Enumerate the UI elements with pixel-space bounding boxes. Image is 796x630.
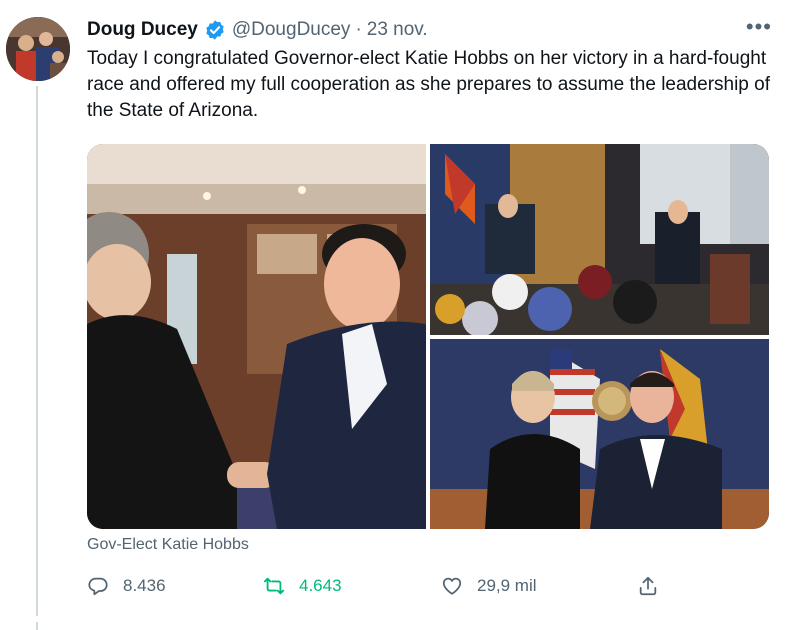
share-icon [639,576,657,596]
tweet-timestamp[interactable]: 23 nov. [367,19,428,41]
photo-meeting-room[interactable] [430,144,769,335]
photo-portrait-flags[interactable] [430,339,769,529]
thread-line-end [36,622,38,630]
author-handle[interactable]: @DougDucey [232,19,351,41]
author-name[interactable]: Doug Ducey [87,19,198,41]
header-separator: · [355,19,362,40]
tweet-actions: 8.436 4.643 29,9 mil [87,570,687,602]
reply-icon [88,577,108,596]
reply-button[interactable]: 8.436 [87,570,166,602]
retweet-count: 4.643 [299,576,342,595]
tweet-header: Doug Ducey @DougDucey · 23 nov. [87,16,428,44]
like-button[interactable]: 29,9 mil [441,570,537,602]
media-grid [87,144,769,529]
like-count: 29,9 mil [477,576,537,595]
author-avatar[interactable] [6,17,70,81]
photo-handshake[interactable] [87,144,426,529]
media-caption: Gov-Elect Katie Hobbs [87,536,249,553]
heart-icon [442,577,462,595]
thread-line [36,86,38,616]
share-button[interactable] [637,570,673,602]
more-options-icon[interactable]: ••• [746,16,772,38]
tweet-text: Today I congratulated Governor-elect Kat… [87,48,770,121]
verified-badge-icon [204,19,226,41]
retweet-button[interactable]: 4.643 [263,570,342,602]
retweet-icon [263,577,285,595]
reply-count: 8.436 [123,576,166,595]
